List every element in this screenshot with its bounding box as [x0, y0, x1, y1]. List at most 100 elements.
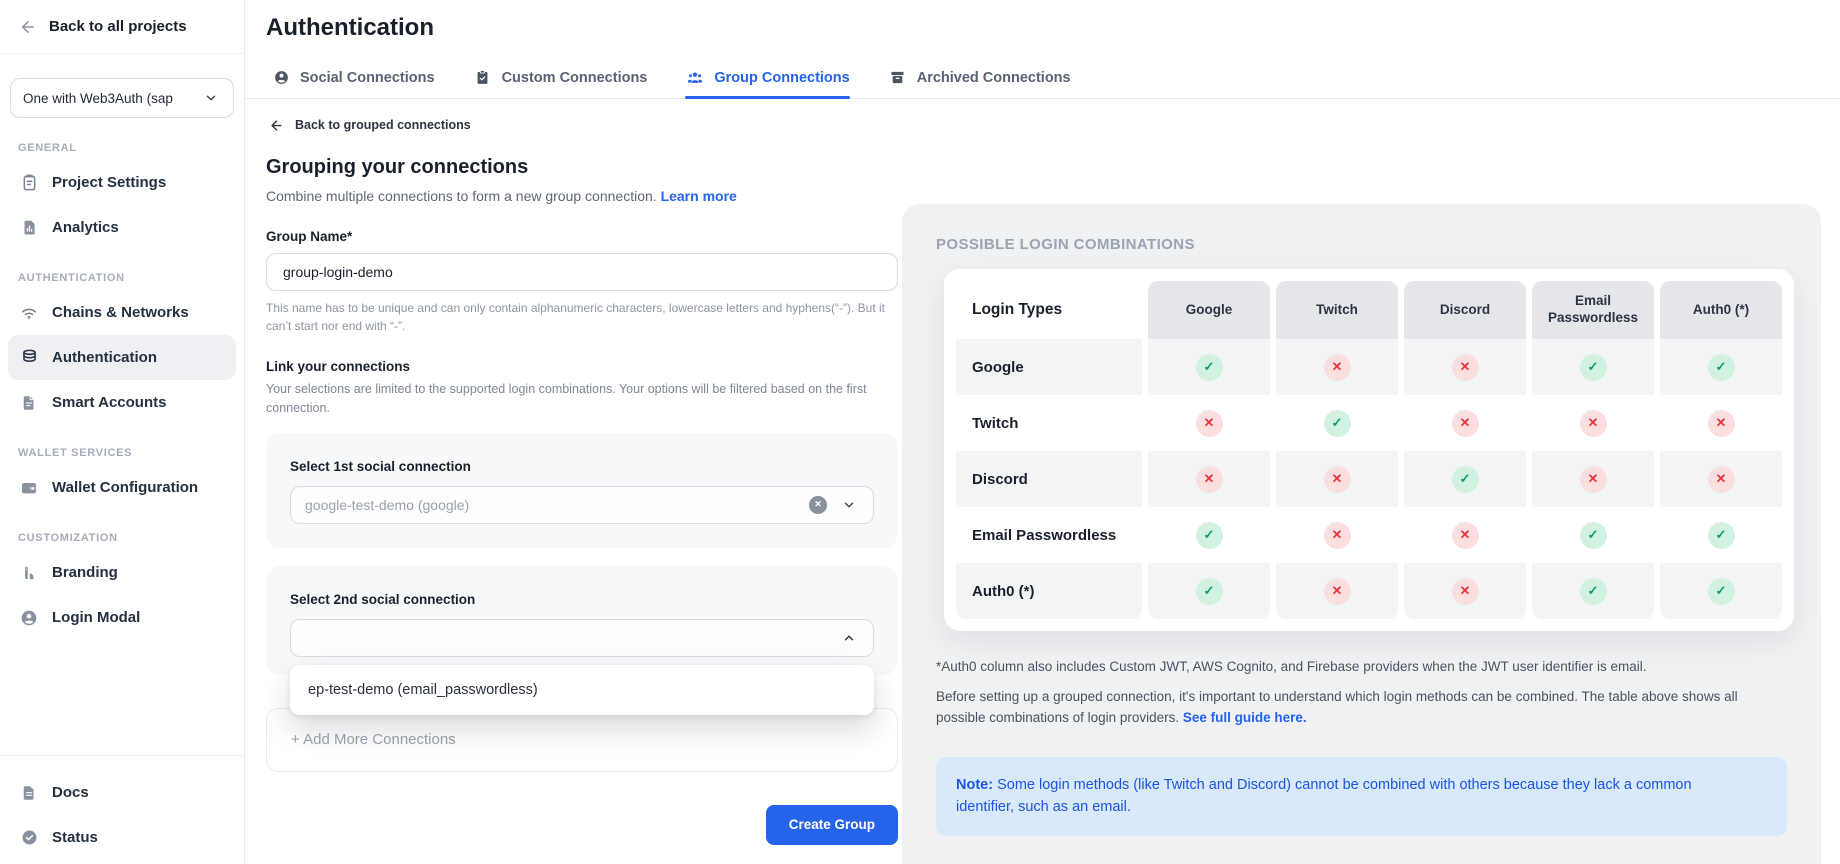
sidebar-item-label: Docs	[52, 784, 89, 801]
combo-cell: ✕	[1532, 395, 1654, 451]
tab-group-connections[interactable]: Group Connections	[685, 57, 849, 98]
main-area: Authentication Social Connections Custom…	[245, 0, 1840, 864]
chart-doc-icon	[19, 218, 39, 238]
tab-label: Social Connections	[300, 70, 435, 86]
combo-row-label: Email Passwordless	[956, 507, 1142, 563]
project-selector[interactable]: One with Web3Auth (sap	[10, 78, 234, 118]
back-to-grouped-connections-link[interactable]: Back to grouped connections	[266, 115, 898, 135]
check-icon: ✓	[1580, 578, 1607, 605]
select1-dropdown[interactable]: google-test-demo (google) ✕	[290, 486, 874, 524]
combo-cell: ✓	[1660, 507, 1782, 563]
combo-cell: ✕	[1276, 507, 1398, 563]
check-icon: ✓	[1708, 578, 1735, 605]
combo-cell: ✕	[1660, 395, 1782, 451]
sidebar-item-login-modal[interactable]: Login Modal	[8, 595, 236, 640]
note-box: Note: Some login methods (like Twitch an…	[936, 757, 1787, 836]
sidebar-section-general: GENERAL	[18, 142, 226, 154]
cross-icon: ✕	[1324, 522, 1351, 549]
doc-icon	[19, 783, 39, 803]
combo-cell: ✕	[1276, 339, 1398, 395]
note-text: Note: Some login methods (like Twitch an…	[956, 774, 1718, 819]
tab-social-connections[interactable]: Social Connections	[271, 57, 435, 98]
combo-cell: ✓	[1532, 339, 1654, 395]
sidebar-item-authentication[interactable]: Authentication	[8, 335, 236, 380]
column-header-discord: Discord	[1404, 281, 1526, 339]
select1-icons: ✕	[809, 495, 859, 515]
add-more-connections-button[interactable]: + Add More Connections	[266, 708, 898, 772]
combo-cell: ✕	[1404, 507, 1526, 563]
combinations-card: Login Types Google Twitch Discord Email …	[944, 269, 1794, 631]
back-to-projects-label: Back to all projects	[49, 18, 187, 35]
clear-icon[interactable]: ✕	[809, 496, 827, 514]
learn-more-link[interactable]: Learn more	[661, 188, 737, 204]
back-link-label: Back to grouped connections	[295, 118, 471, 132]
sidebar-item-branding[interactable]: Branding	[8, 550, 236, 595]
group-form: Back to grouped connections Grouping you…	[266, 115, 898, 845]
section-description: Combine multiple connections to form a n…	[266, 188, 898, 204]
note-label: Note:	[956, 777, 993, 793]
clipboard-icon	[19, 173, 39, 193]
user-circle-icon	[19, 608, 39, 628]
check-icon: ✓	[1196, 354, 1223, 381]
back-to-projects-link[interactable]: Back to all projects	[0, 0, 244, 54]
combo-cell: ✓	[1532, 507, 1654, 563]
project-selector-value: One with Web3Auth (sap	[23, 91, 193, 106]
select2-wrapper: ep-test-demo (email_passwordless)	[290, 619, 874, 657]
combo-cell: ✕	[1532, 451, 1654, 507]
sidebar-item-project-settings[interactable]: Project Settings	[8, 160, 236, 205]
select1-label: Select 1st social connection	[290, 459, 874, 474]
check-icon: ✓	[1580, 522, 1607, 549]
sidebar-item-chains-networks[interactable]: Chains & Networks	[8, 290, 236, 335]
cross-icon: ✕	[1452, 354, 1479, 381]
cross-icon: ✕	[1580, 410, 1607, 437]
tab-archived-connections[interactable]: Archived Connections	[888, 57, 1071, 98]
check-icon: ✓	[1580, 354, 1607, 381]
combo-cell: ✕	[1404, 339, 1526, 395]
sidebar-item-status[interactable]: Status	[8, 815, 236, 860]
file-icon	[19, 393, 39, 413]
chevron-down-icon	[201, 88, 221, 108]
check-icon: ✓	[1708, 522, 1735, 549]
dropdown-option-ep-test-demo[interactable]: ep-test-demo (email_passwordless)	[290, 670, 874, 710]
sidebar-section-wallet-services: WALLET SERVICES	[18, 447, 226, 459]
check-circle-icon	[19, 828, 39, 848]
chevron-down-icon[interactable]	[839, 495, 859, 515]
sidebar-item-smart-accounts[interactable]: Smart Accounts	[8, 380, 236, 425]
combo-cell: ✕	[1148, 451, 1270, 507]
person-circle-icon	[271, 68, 291, 88]
cross-icon: ✕	[1324, 578, 1351, 605]
section-title: Grouping your connections	[266, 156, 898, 179]
paint-icon	[19, 563, 39, 583]
tab-custom-connections[interactable]: Custom Connections	[473, 57, 648, 98]
check-icon: ✓	[1196, 522, 1223, 549]
group-name-input[interactable]	[266, 253, 898, 291]
column-header-twitch: Twitch	[1276, 281, 1398, 339]
cross-icon: ✕	[1452, 578, 1479, 605]
chevron-up-icon[interactable]	[839, 628, 859, 648]
column-header-google: Google	[1148, 281, 1270, 339]
check-icon: ✓	[1452, 466, 1479, 493]
sidebar-item-docs[interactable]: Docs	[8, 770, 236, 815]
combo-cell: ✓	[1532, 563, 1654, 619]
sidebar-item-analytics[interactable]: Analytics	[8, 205, 236, 250]
page-title: Authentication	[266, 14, 1840, 42]
combo-cell: ✕	[1660, 451, 1782, 507]
sidebar-item-label: Login Modal	[52, 609, 140, 626]
clipboard-check-icon	[473, 68, 493, 88]
database-icon	[19, 348, 39, 368]
cross-icon: ✕	[1708, 410, 1735, 437]
sidebar-item-label: Status	[52, 829, 98, 846]
create-group-button[interactable]: Create Group	[766, 805, 898, 845]
select1-value: google-test-demo (google)	[305, 497, 469, 513]
link-connections-description: Your selections are limited to the suppo…	[266, 380, 898, 419]
select2-dropdown[interactable]	[290, 619, 874, 657]
full-guide-link[interactable]: See full guide here.	[1183, 710, 1307, 725]
column-header-auth0: Auth0 (*)	[1660, 281, 1782, 339]
sidebar-item-wallet-configuration[interactable]: Wallet Configuration	[8, 465, 236, 510]
combo-cell: ✕	[1276, 563, 1398, 619]
combinations-table: Login Types Google Twitch Discord Email …	[956, 281, 1782, 619]
sidebar-footer: Docs Status	[0, 755, 244, 864]
sidebar-section-authentication: AUTHENTICATION	[18, 272, 226, 284]
sidebar: Back to all projects One with Web3Auth (…	[0, 0, 245, 864]
combo-row-label: Twitch	[956, 395, 1142, 451]
